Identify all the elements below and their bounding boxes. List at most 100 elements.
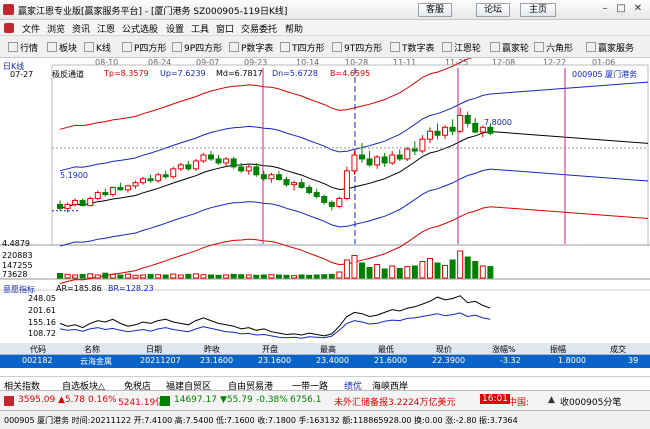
tool-winner-wheel[interactable]: 赢家轮	[490, 40, 529, 54]
minimize-icon[interactable]: –	[598, 2, 612, 16]
customer-service-button[interactable]: 客服	[418, 3, 452, 17]
menu-settings[interactable]: 设置	[166, 22, 184, 35]
candle-body	[177, 164, 184, 170]
volume-bar	[192, 273, 199, 279]
col-code[interactable]: 代码	[30, 344, 46, 355]
col-change-pct[interactable]: 涨幅%	[492, 344, 516, 355]
volume-bar	[275, 274, 282, 279]
cell-price: 22.3900	[432, 356, 466, 365]
volume-bar	[200, 274, 207, 279]
cell-low: 21.6000	[374, 356, 408, 365]
related-blocks-bar: 相关指数 自选板块△ 免税店 福建自贸区 自由贸易港 一带一路 绩优 海峡西岸	[0, 376, 650, 392]
col-low[interactable]: 最低	[378, 344, 394, 355]
menu-tools[interactable]: 工具	[191, 22, 209, 35]
volume-tick: 147255	[2, 261, 33, 270]
close-icon[interactable]: ✕	[631, 2, 645, 16]
volume-bar	[328, 273, 335, 279]
col-price[interactable]: 现价	[436, 344, 452, 355]
tool-kline[interactable]: K线	[84, 40, 111, 54]
col-amplitude[interactable]: 振幅	[550, 344, 566, 355]
candle-body	[200, 154, 207, 162]
candle-body	[411, 148, 418, 152]
volume-bar	[94, 274, 101, 279]
volume-bar	[343, 259, 350, 279]
tool-service[interactable]: 赢家服务	[586, 40, 634, 54]
home-button[interactable]: 主页	[520, 3, 556, 17]
chart-canvas	[0, 58, 650, 339]
tool-9p-square[interactable]: 9P四方形	[172, 40, 222, 54]
menu-gann[interactable]: 江恩	[97, 22, 115, 35]
tick-detail-link[interactable]: 收000905分笔	[560, 395, 621, 408]
app-logo-icon	[3, 4, 14, 15]
cell-prev-close: 23.1600	[200, 356, 234, 365]
candle-body	[321, 196, 328, 203]
menu-news[interactable]: 资讯	[72, 22, 90, 35]
price-low-label: 5.1900	[60, 171, 88, 180]
volume-bar	[102, 272, 109, 279]
candle-body	[313, 192, 320, 198]
tool-p-square[interactable]: P四方形	[122, 40, 166, 54]
tool-p-table[interactable]: P数字表	[229, 40, 273, 54]
tool-label: T四方形	[292, 43, 325, 54]
volume-bar	[245, 274, 252, 279]
cell-date: 20211207	[140, 356, 181, 365]
tool-quotes[interactable]: 行情	[8, 40, 38, 54]
candle-body	[487, 126, 494, 134]
volume-bar	[298, 274, 305, 279]
sh-index-pct: 0.16%	[88, 395, 117, 405]
status-bar: 000905 厦门港务 时间:20211122 开:7.4100 高:7.540…	[0, 410, 650, 429]
candle-body	[87, 198, 94, 207]
menu-file[interactable]: 文件	[22, 22, 40, 35]
menu-browse[interactable]: 浏览	[47, 22, 65, 35]
volume-bar	[479, 265, 486, 279]
volume-bar	[170, 273, 177, 279]
index-ticker: 3595.09 ▲5.78 0.16% 5241.19亿 14697.17 ▼5…	[0, 390, 650, 410]
candle-body	[57, 203, 63, 209]
volume-bar	[464, 256, 471, 279]
gann-wheel-icon	[442, 42, 452, 52]
kline-chart[interactable]: 日K线 07-27 08-10 08-24 09-07 09-23 10-14 …	[0, 58, 650, 343]
menu-window[interactable]: 窗口	[216, 22, 234, 35]
menu-trade[interactable]: 交易委托	[241, 22, 277, 35]
maximize-icon[interactable]: □	[614, 2, 628, 16]
toolbar: 行情 板块 K线 P四方形 9P四方形 P数字表 T四方形 9T四方形 T数字表…	[0, 36, 650, 58]
tool-label: 赢家轮	[502, 43, 530, 54]
candle-body	[185, 164, 192, 170]
table-row[interactable]: 002182 云海金属 20211207 23.1600 23.1600 23.…	[0, 355, 650, 368]
col-open[interactable]: 开盘	[262, 344, 278, 355]
volume-bar	[351, 255, 358, 279]
tool-sector[interactable]: 板块	[47, 40, 77, 54]
menu-bar: 文件 浏览 资讯 江恩 公式选股 设置 工具 窗口 交易委托 帮助	[0, 20, 650, 36]
news-ticker[interactable]: 未外汇储备报3.2224万亿美元	[334, 395, 456, 408]
col-prev-close[interactable]: 昨收	[204, 344, 220, 355]
candle-body	[359, 154, 365, 160]
menu-app-icon[interactable]	[4, 23, 14, 33]
col-volume[interactable]: 成交	[610, 344, 626, 355]
tp-band-line	[59, 58, 473, 130]
col-date[interactable]: 日期	[146, 344, 162, 355]
candle-body	[389, 154, 396, 164]
winner-wheel-icon	[490, 42, 500, 52]
tool-t-table[interactable]: T数字表	[390, 40, 435, 54]
tool-t-square[interactable]: T四方形	[280, 40, 325, 54]
volume-bar	[419, 261, 426, 279]
volume-bar	[253, 274, 260, 279]
tool-hexagon[interactable]: 六角形	[534, 40, 573, 54]
sh-index-amount: 5241.19亿	[118, 398, 165, 408]
col-name[interactable]: 名称	[84, 344, 100, 355]
candle-body	[343, 170, 350, 200]
tool-gann-wheel[interactable]: 江恩轮	[442, 40, 481, 54]
volume-bar	[215, 274, 222, 279]
tool-label: 赢家服务	[598, 43, 635, 54]
window-title: 赢家江恩专业版[赢家服务平台] - [厦门港务 SZ000905-119日K线]	[18, 7, 288, 17]
candle-body	[94, 192, 101, 199]
volume-bar	[442, 264, 449, 279]
menu-help[interactable]: 帮助	[285, 22, 303, 35]
forum-button[interactable]: 论坛	[476, 3, 510, 17]
tool-9t-square[interactable]: 9T四方形	[332, 40, 382, 54]
col-high[interactable]: 最高	[320, 344, 336, 355]
candle-body	[381, 156, 388, 164]
candle-body	[419, 138, 426, 152]
menu-formula-select[interactable]: 公式选股	[122, 22, 158, 35]
candle-body	[457, 114, 464, 132]
